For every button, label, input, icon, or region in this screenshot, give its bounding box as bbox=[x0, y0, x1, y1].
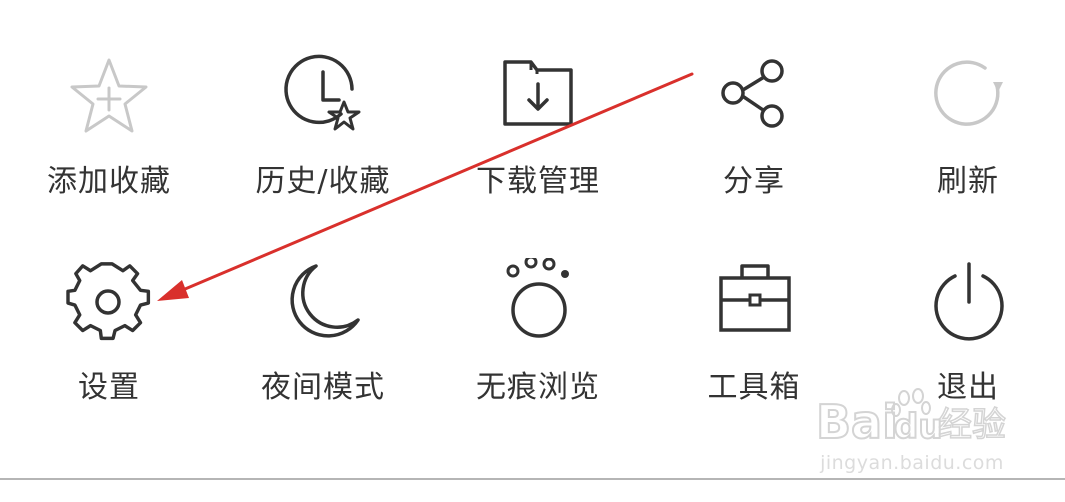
share-button[interactable]: 分享 bbox=[664, 52, 844, 222]
refresh-icon bbox=[923, 52, 1013, 142]
star-plus-icon bbox=[64, 52, 154, 142]
exit-button[interactable]: 退出 bbox=[878, 258, 1058, 428]
share-label: 分享 bbox=[723, 164, 785, 199]
download-manager-button[interactable]: 下载管理 bbox=[448, 52, 628, 222]
power-icon bbox=[923, 258, 1013, 348]
moon-icon bbox=[278, 258, 368, 348]
download-folder-icon bbox=[493, 52, 583, 142]
add-favorite-label: 添加收藏 bbox=[47, 164, 171, 199]
night-mode-button[interactable]: 夜间模式 bbox=[233, 258, 413, 428]
toolbox-icon bbox=[709, 258, 799, 348]
incognito-browsing-label: 无痕浏览 bbox=[476, 370, 600, 405]
settings-button[interactable]: 设置 bbox=[19, 258, 199, 428]
toolbox-label: 工具箱 bbox=[707, 370, 801, 405]
paw-icon bbox=[493, 258, 583, 348]
toolbox-button[interactable]: 工具箱 bbox=[664, 258, 844, 428]
download-manager-label: 下载管理 bbox=[476, 164, 600, 199]
history-favorites-button[interactable]: 历史/收藏 bbox=[233, 52, 413, 222]
share-icon bbox=[709, 52, 799, 142]
gear-icon bbox=[64, 258, 154, 348]
refresh-label: 刷新 bbox=[937, 164, 999, 199]
exit-label: 退出 bbox=[937, 370, 999, 405]
night-mode-label: 夜间模式 bbox=[261, 370, 385, 405]
bottom-divider bbox=[0, 478, 1065, 480]
browser-menu-panel: 添加收藏 历史/收藏 下载管理 分享 刷新 设置 夜间模式 无痕浏览 工具箱 退… bbox=[0, 0, 1065, 478]
refresh-button[interactable]: 刷新 bbox=[878, 52, 1058, 222]
incognito-browsing-button[interactable]: 无痕浏览 bbox=[448, 258, 628, 428]
settings-label: 设置 bbox=[78, 370, 140, 405]
add-favorite-button[interactable]: 添加收藏 bbox=[19, 52, 199, 222]
clock-star-icon bbox=[278, 52, 368, 142]
history-favorites-label: 历史/收藏 bbox=[255, 164, 391, 199]
